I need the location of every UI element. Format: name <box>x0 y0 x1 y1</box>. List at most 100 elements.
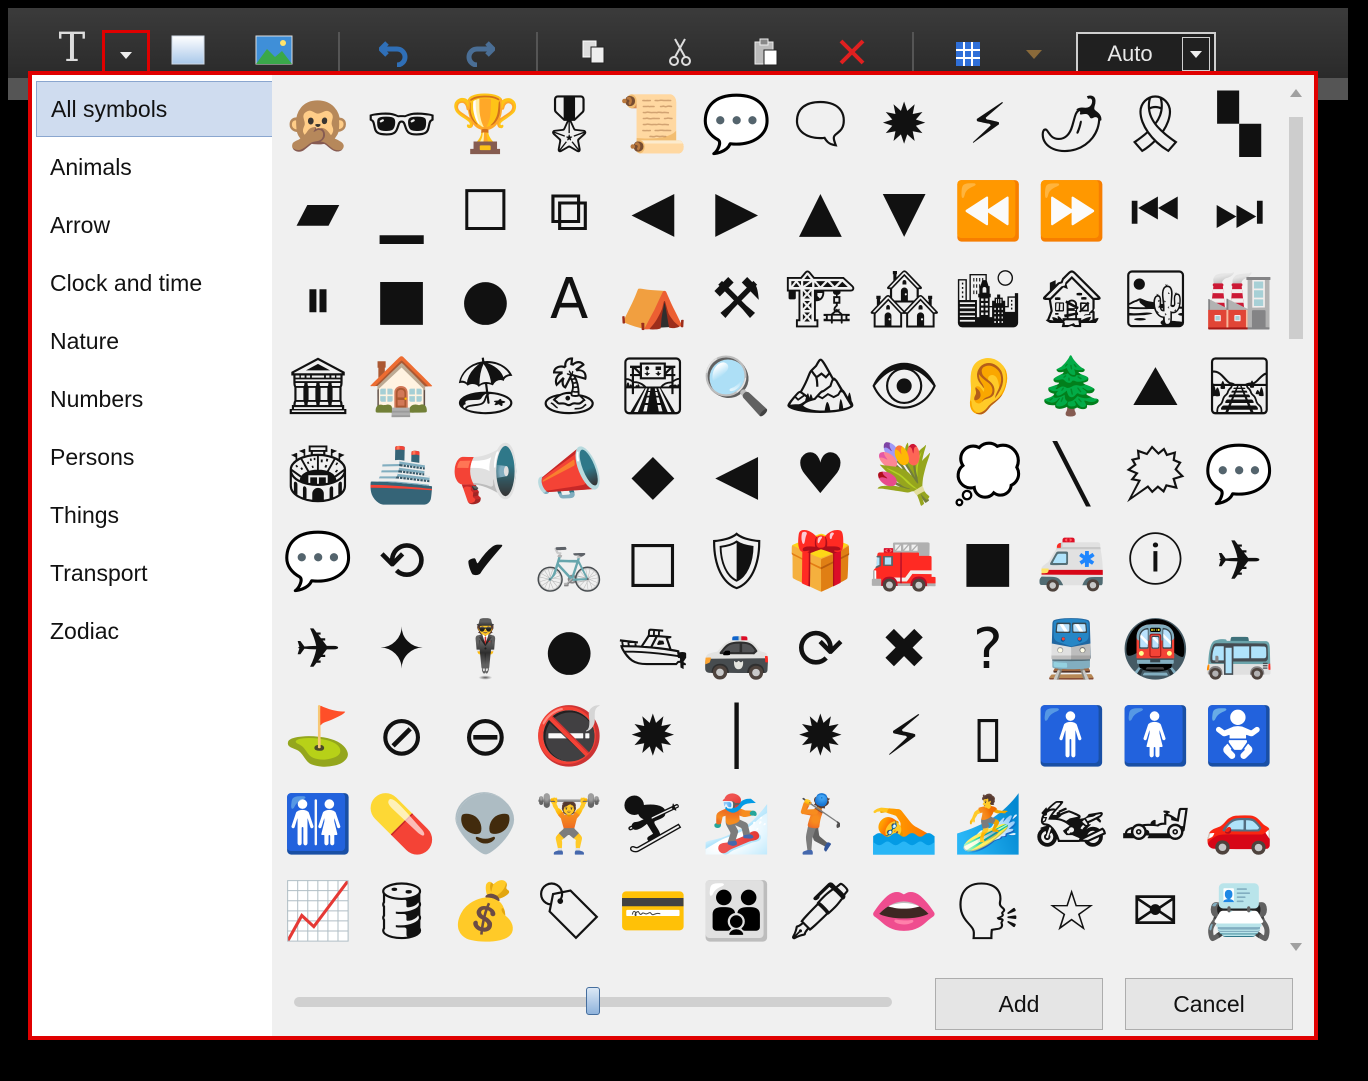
symbol-item[interactable]: 🏋 <box>527 781 611 869</box>
rectangle-button[interactable] <box>168 30 208 70</box>
symbol-item[interactable]: □ <box>611 519 695 607</box>
symbol-item[interactable]: 🛣 <box>611 344 695 432</box>
symbol-item[interactable]: ☆ <box>1030 869 1114 957</box>
grid-button[interactable] <box>948 32 988 76</box>
symbol-item[interactable]: 🏘 <box>862 256 946 344</box>
grid-dropdown-button[interactable] <box>1016 32 1052 76</box>
symbol-item[interactable]: ⏮ <box>1114 169 1198 257</box>
symbol-item[interactable]: 🗨 <box>779 81 863 169</box>
symbol-item[interactable]: 🎖 <box>527 81 611 169</box>
symbol-item[interactable]: ? <box>946 606 1030 694</box>
symbol-item[interactable]: 🌲 <box>1030 344 1114 432</box>
symbol-item[interactable]: 🏄 <box>946 781 1030 869</box>
symbol-item[interactable]: ▚ <box>1197 81 1281 169</box>
symbol-item[interactable]: 🚺 <box>1114 694 1198 782</box>
symbol-item[interactable]: 🚲 <box>527 519 611 607</box>
symbol-item[interactable]: 🏙 <box>946 256 1030 344</box>
symbol-item[interactable]: 💬 <box>1197 431 1281 519</box>
category-nature[interactable]: Nature <box>36 313 276 369</box>
symbol-item[interactable]: ▁ <box>360 169 444 257</box>
symbol-item[interactable]: ╲ <box>1030 431 1114 519</box>
symbol-item[interactable]: 🎗 <box>1114 81 1198 169</box>
symbol-item[interactable]: ◀ <box>611 169 695 257</box>
category-things[interactable]: Things <box>36 487 276 543</box>
symbol-item[interactable]: ✈ <box>276 606 360 694</box>
symbol-item[interactable]: 📈 <box>276 869 360 957</box>
symbol-item[interactable]: 🚢 <box>360 431 444 519</box>
scroll-down-icon[interactable] <box>1290 943 1302 951</box>
text-tool-button[interactable]: T <box>52 26 92 70</box>
symbol-item[interactable]: ⛰ <box>1114 344 1198 432</box>
zoom-select[interactable]: Auto <box>1076 32 1216 76</box>
symbol-item[interactable]: 🏂 <box>695 781 779 869</box>
undo-button[interactable] <box>374 30 414 74</box>
symbol-item[interactable]: 🔍 <box>695 344 779 432</box>
delete-button[interactable] <box>832 30 872 74</box>
symbol-item[interactable]: 🙊 <box>276 81 360 169</box>
symbol-item[interactable]: ✦ <box>360 606 444 694</box>
symbol-item[interactable]: ⏸ <box>276 256 360 344</box>
symbol-item[interactable]: ⓘ <box>1114 519 1198 607</box>
symbol-item[interactable]: 👁 <box>862 344 946 432</box>
scroll-up-icon[interactable] <box>1290 89 1302 97</box>
symbol-item[interactable]: 🛥 <box>611 606 695 694</box>
symbol-item[interactable]: 🛡 <box>695 519 779 607</box>
symbol-item[interactable]: 🚹 <box>1030 694 1114 782</box>
cut-button[interactable] <box>660 30 700 74</box>
symbol-item[interactable]: 🎁 <box>779 519 863 607</box>
symbol-item[interactable]: ⛳ <box>276 694 360 782</box>
symbol-item[interactable]: 🏆 <box>444 81 528 169</box>
symbol-item[interactable]: 💊 <box>360 781 444 869</box>
symbol-item[interactable]: ● <box>444 256 528 344</box>
symbol-item[interactable]: 🏗 <box>779 256 863 344</box>
symbol-item[interactable]: 🏔 <box>779 344 863 432</box>
vertical-scrollbar[interactable] <box>1284 79 1308 957</box>
symbol-item[interactable]: 👽 <box>444 781 528 869</box>
symbol-item[interactable]: A <box>527 256 611 344</box>
symbol-item[interactable]: 🏎 <box>1114 781 1198 869</box>
symbol-item[interactable]: ▶ <box>695 169 779 257</box>
symbol-item[interactable]: 🚆 <box>1030 606 1114 694</box>
symbol-item[interactable]: 🚌 <box>1197 606 1281 694</box>
symbol-item[interactable]: ⏭ <box>1197 169 1281 257</box>
add-button[interactable]: Add <box>935 978 1103 1030</box>
symbol-item[interactable]: 🚒 <box>862 519 946 607</box>
symbol-item[interactable]: ♥ <box>779 431 863 519</box>
symbol-item[interactable]: 🖋 <box>779 869 863 957</box>
symbol-item[interactable]: ■ <box>360 256 444 344</box>
symbol-item[interactable]: 🏟 <box>276 431 360 519</box>
category-clock-and-time[interactable]: Clock and time <box>36 255 276 311</box>
symbol-item[interactable]: 🗯 <box>1114 431 1198 519</box>
category-zodiac[interactable]: Zodiac <box>36 603 276 659</box>
symbol-item[interactable]: 🚇 <box>1114 606 1198 694</box>
redo-button[interactable] <box>460 30 500 74</box>
symbol-item[interactable]: ✔ <box>444 519 528 607</box>
symbol-item[interactable]: 💬 <box>276 519 360 607</box>
symbol-item[interactable]: ▰ <box>276 169 360 257</box>
symbol-item[interactable]: 💐 <box>862 431 946 519</box>
category-arrow[interactable]: Arrow <box>36 197 276 253</box>
symbol-item[interactable]: ⧉ <box>527 169 611 257</box>
symbol-item[interactable]: 🚭 <box>527 694 611 782</box>
symbol-item[interactable]: 🏊 <box>862 781 946 869</box>
symbol-item[interactable]: 🏍 <box>1030 781 1114 869</box>
symbol-item[interactable]: ✉ <box>1114 869 1198 957</box>
symbol-item[interactable]: ⚡ <box>862 694 946 782</box>
symbol-item[interactable]: 📇 <box>1197 869 1281 957</box>
symbol-item[interactable]: 🏭 <box>1197 256 1281 344</box>
symbol-item[interactable]: ◀ <box>695 431 779 519</box>
symbol-item[interactable]: ■ <box>946 519 1030 607</box>
symbol-item[interactable]: 📢 <box>444 431 528 519</box>
symbol-item[interactable]: 🛤 <box>1197 344 1281 432</box>
symbol-item[interactable]: 👂 <box>946 344 1030 432</box>
category-all-symbols[interactable]: All symbols <box>36 81 276 137</box>
symbol-item[interactable]: ⛺ <box>611 256 695 344</box>
symbol-item[interactable]: 🗣 <box>946 869 1030 957</box>
symbol-item[interactable]: ✹ <box>779 694 863 782</box>
symbol-item[interactable]: 🏌 <box>779 781 863 869</box>
image-button[interactable] <box>252 30 296 70</box>
category-transport[interactable]: Transport <box>36 545 276 601</box>
symbol-item[interactable]: 🚑 <box>1030 519 1114 607</box>
symbol-item[interactable]: 🛢 <box>360 869 444 957</box>
symbol-item[interactable]: 🏛 <box>276 344 360 432</box>
